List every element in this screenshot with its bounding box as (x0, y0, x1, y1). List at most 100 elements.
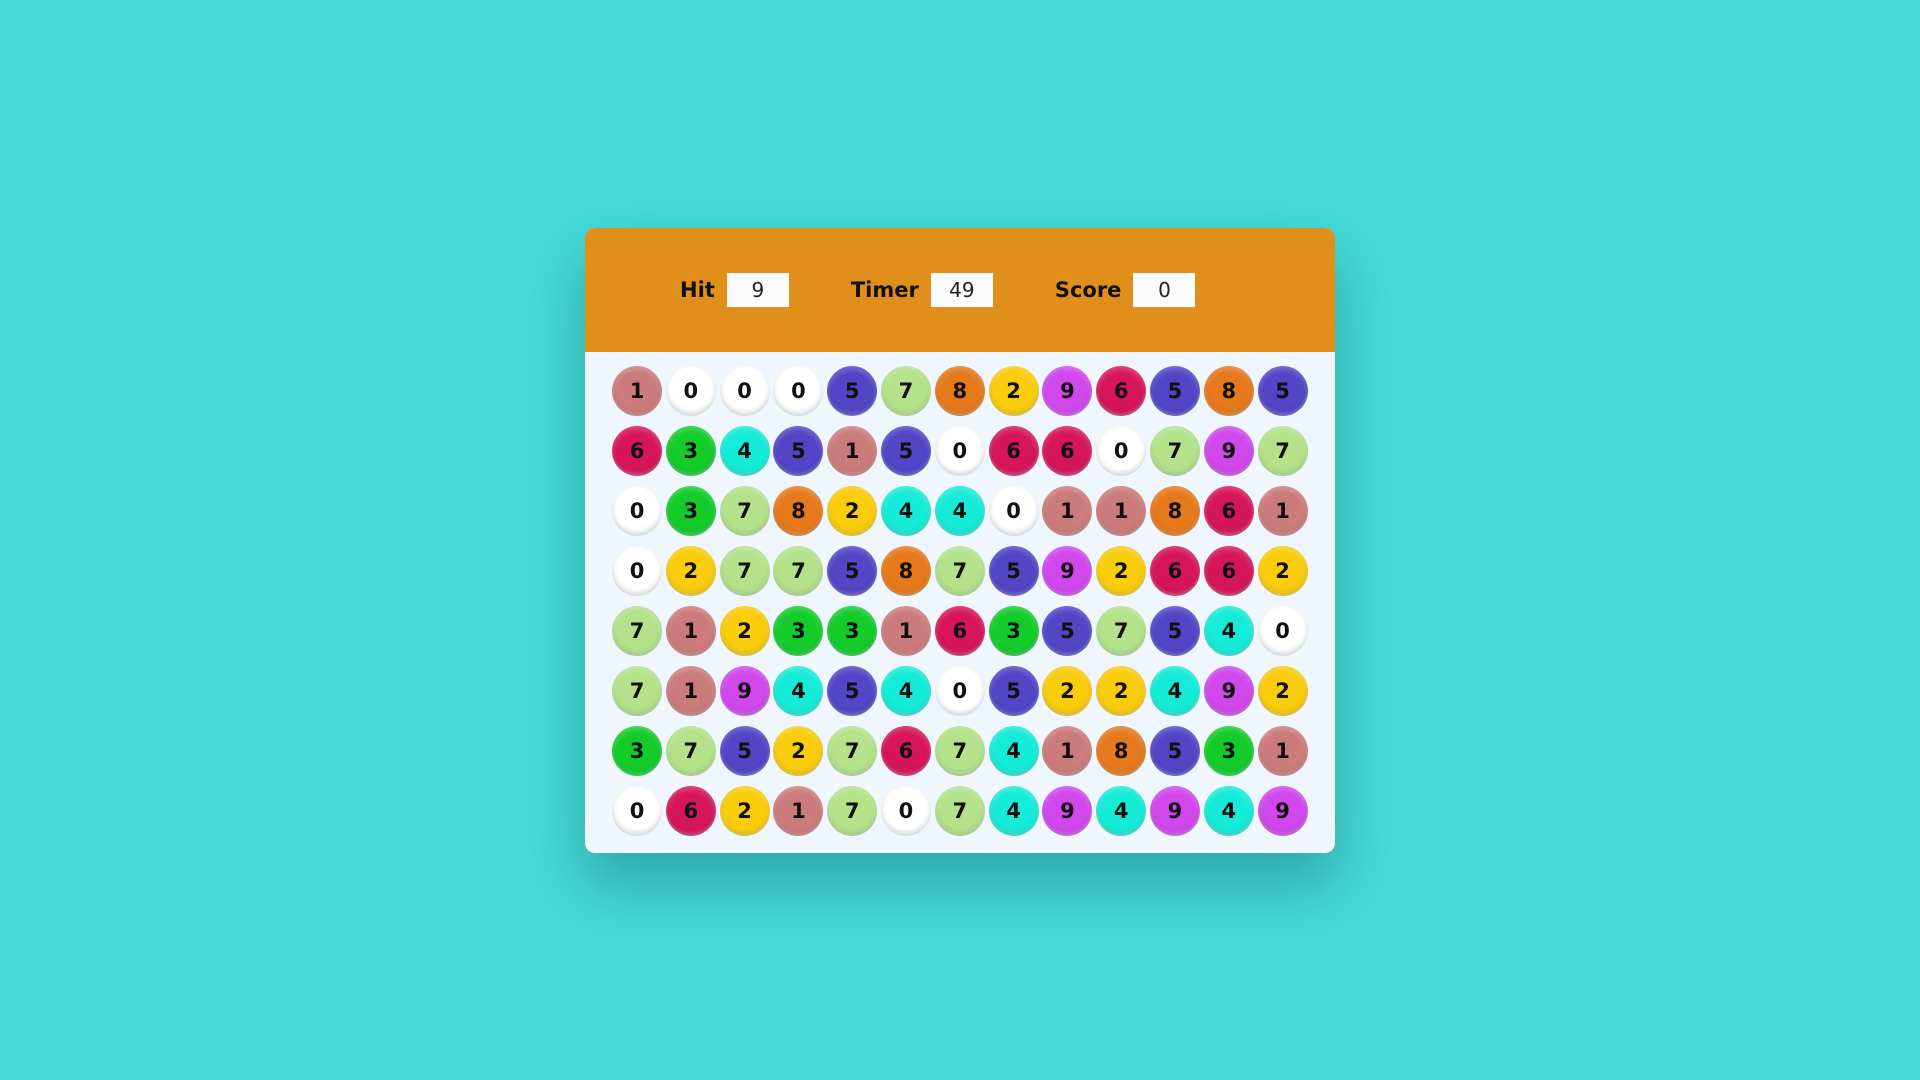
bubble[interactable]: 7 (719, 486, 770, 536)
bubble[interactable]: 0 (665, 366, 716, 416)
bubble[interactable]: 1 (1042, 726, 1093, 776)
bubble[interactable]: 8 (773, 486, 824, 536)
bubble[interactable]: 2 (665, 546, 716, 596)
bubble[interactable]: 4 (1149, 666, 1200, 716)
bubble[interactable]: 8 (1203, 366, 1254, 416)
bubble[interactable]: 8 (934, 366, 985, 416)
bubble[interactable]: 0 (1257, 606, 1308, 656)
bubble[interactable]: 9 (1042, 366, 1093, 416)
bubble[interactable]: 4 (880, 486, 931, 536)
bubble[interactable]: 9 (1042, 786, 1093, 836)
bubble[interactable]: 2 (1257, 666, 1308, 716)
bubble[interactable]: 5 (880, 426, 931, 476)
bubble[interactable]: 2 (773, 726, 824, 776)
bubble[interactable]: 5 (1149, 726, 1200, 776)
bubble[interactable]: 1 (1096, 486, 1147, 536)
bubble[interactable]: 4 (1203, 786, 1254, 836)
bubble[interactable]: 8 (1149, 486, 1200, 536)
bubble[interactable]: 7 (612, 606, 662, 656)
bubble[interactable]: 2 (1257, 546, 1308, 596)
bubble[interactable]: 2 (1096, 546, 1147, 596)
bubble[interactable]: 4 (1203, 606, 1254, 656)
bubble[interactable]: 8 (1096, 726, 1147, 776)
bubble[interactable]: 6 (880, 726, 931, 776)
bubble[interactable]: 3 (1203, 726, 1254, 776)
bubble[interactable]: 5 (1149, 606, 1200, 656)
bubble[interactable]: 5 (1149, 366, 1200, 416)
bubble[interactable]: 1 (773, 786, 824, 836)
bubble[interactable]: 1 (827, 426, 878, 476)
bubble[interactable]: 7 (934, 726, 985, 776)
bubble[interactable]: 1 (1042, 486, 1093, 536)
bubble[interactable]: 7 (1096, 606, 1147, 656)
bubble[interactable]: 5 (1257, 366, 1308, 416)
bubble[interactable]: 9 (1149, 786, 1200, 836)
bubble[interactable]: 3 (988, 606, 1039, 656)
bubble[interactable]: 0 (880, 786, 931, 836)
bubble[interactable]: 4 (988, 786, 1039, 836)
bubble[interactable]: 7 (827, 786, 878, 836)
bubble[interactable]: 9 (1257, 786, 1308, 836)
bubble[interactable]: 0 (612, 546, 662, 596)
bubble[interactable]: 6 (1203, 546, 1254, 596)
bubble[interactable]: 0 (988, 486, 1039, 536)
bubble[interactable]: 1 (1257, 486, 1308, 536)
bubble[interactable]: 0 (773, 366, 824, 416)
bubble[interactable]: 6 (1203, 486, 1254, 536)
bubble[interactable]: 7 (1257, 426, 1308, 476)
bubble[interactable]: 9 (719, 666, 770, 716)
bubble[interactable]: 3 (665, 486, 716, 536)
bubble[interactable]: 4 (719, 426, 770, 476)
bubble[interactable]: 5 (719, 726, 770, 776)
bubble[interactable]: 3 (612, 726, 662, 776)
bubble[interactable]: 9 (1203, 426, 1254, 476)
bubble[interactable]: 6 (612, 426, 662, 476)
bubble[interactable]: 4 (880, 666, 931, 716)
bubble[interactable]: 0 (719, 366, 770, 416)
bubble[interactable]: 0 (934, 426, 985, 476)
bubble[interactable]: 1 (665, 666, 716, 716)
bubble[interactable]: 9 (1203, 666, 1254, 716)
bubble[interactable]: 3 (773, 606, 824, 656)
bubble[interactable]: 7 (719, 546, 770, 596)
bubble[interactable]: 5 (988, 546, 1039, 596)
bubble[interactable]: 9 (1042, 546, 1093, 596)
bubble[interactable]: 4 (773, 666, 824, 716)
bubble[interactable]: 6 (1042, 426, 1093, 476)
bubble[interactable]: 5 (827, 366, 878, 416)
bubble[interactable]: 5 (827, 666, 878, 716)
bubble[interactable]: 2 (988, 366, 1039, 416)
bubble[interactable]: 1 (1257, 726, 1308, 776)
bubble[interactable]: 7 (1149, 426, 1200, 476)
bubble[interactable]: 3 (827, 606, 878, 656)
bubble[interactable]: 7 (773, 546, 824, 596)
bubble[interactable]: 5 (827, 546, 878, 596)
bubble[interactable]: 7 (612, 666, 662, 716)
bubble[interactable]: 7 (827, 726, 878, 776)
bubble[interactable]: 2 (1042, 666, 1093, 716)
bubble[interactable]: 0 (612, 786, 662, 836)
bubble[interactable]: 0 (934, 666, 985, 716)
bubble[interactable]: 2 (719, 786, 770, 836)
bubble[interactable]: 5 (988, 666, 1039, 716)
bubble[interactable]: 0 (1096, 426, 1147, 476)
bubble[interactable]: 8 (880, 546, 931, 596)
bubble[interactable]: 6 (988, 426, 1039, 476)
bubble[interactable]: 7 (934, 786, 985, 836)
bubble[interactable]: 6 (665, 786, 716, 836)
bubble[interactable]: 1 (612, 366, 662, 416)
bubble[interactable]: 7 (934, 546, 985, 596)
bubble[interactable]: 2 (719, 606, 770, 656)
bubble[interactable]: 7 (665, 726, 716, 776)
bubble[interactable]: 2 (1096, 666, 1147, 716)
bubble[interactable]: 2 (827, 486, 878, 536)
bubble[interactable]: 3 (665, 426, 716, 476)
bubble[interactable]: 6 (1149, 546, 1200, 596)
bubble[interactable]: 6 (934, 606, 985, 656)
bubble[interactable]: 5 (773, 426, 824, 476)
bubble[interactable]: 6 (1096, 366, 1147, 416)
bubble[interactable]: 4 (1096, 786, 1147, 836)
bubble[interactable]: 1 (665, 606, 716, 656)
bubble[interactable]: 4 (934, 486, 985, 536)
bubble[interactable]: 5 (1042, 606, 1093, 656)
